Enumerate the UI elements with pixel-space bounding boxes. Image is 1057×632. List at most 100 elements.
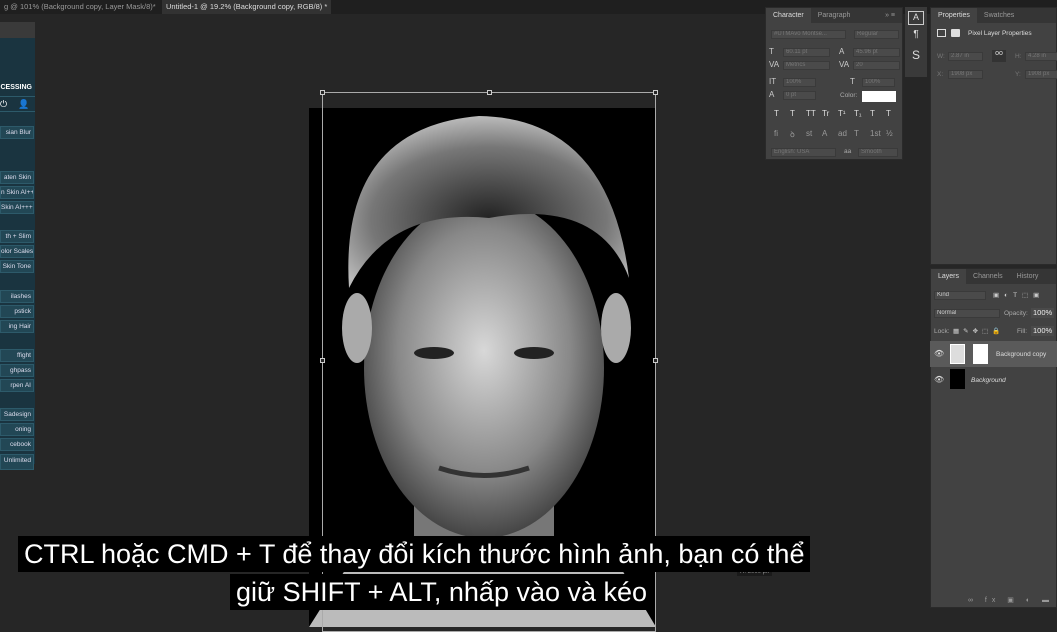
plugin-action-button[interactable]: rpen AI xyxy=(0,379,34,392)
plugin-action-button[interactable]: Sadesign xyxy=(0,408,34,421)
tracking-field[interactable]: 20 xyxy=(853,61,900,70)
type-style-button[interactable]: Tr xyxy=(822,109,833,118)
layer-name[interactable]: Background xyxy=(971,377,1006,384)
fill-field[interactable]: 100% xyxy=(1031,326,1055,336)
power-icon[interactable]: ⏻ xyxy=(0,99,7,110)
plugin-action-button[interactable]: aten Skin xyxy=(0,171,34,184)
plugin-action-button[interactable]: oning xyxy=(0,423,34,436)
font-size-field[interactable]: 60.11 pt xyxy=(783,48,830,57)
type-style-button[interactable]: T xyxy=(790,109,801,118)
tracking-icon: VA xyxy=(839,60,850,69)
plugin-action-button[interactable]: Skin Tone xyxy=(0,260,34,273)
link-icon[interactable]: oo xyxy=(992,50,1006,62)
blend-mode-select[interactable]: Normal xyxy=(934,309,1000,318)
tab-paragraph[interactable]: Paragraph xyxy=(811,8,858,23)
tab-channels[interactable]: Channels xyxy=(966,269,1010,284)
leading-icon: A xyxy=(839,47,845,56)
transform-handle[interactable] xyxy=(653,358,658,363)
plugin-action-button[interactable]: sian Blur xyxy=(0,126,34,139)
kerning-icon: VA xyxy=(769,60,780,69)
tab-layers[interactable]: Layers xyxy=(931,269,967,284)
plugin-action-button[interactable]: cebook xyxy=(0,438,34,451)
type-style-button[interactable]: T xyxy=(870,109,881,118)
horizontal-scale-field[interactable]: 100% xyxy=(862,78,895,87)
lock-label: Lock: xyxy=(934,328,950,335)
leading-field[interactable]: 45.96 pt xyxy=(853,48,900,57)
opacity-field[interactable]: 100% xyxy=(1031,308,1055,318)
layer-mask-thumbnail[interactable] xyxy=(973,344,988,364)
font-family-select[interactable]: #UTMAvo Montse... xyxy=(771,30,846,39)
vertical-scale-field[interactable]: 100% xyxy=(783,78,816,87)
type-style-buttons: T T TT Tr T¹ T₁ T T xyxy=(774,109,897,118)
plugin-title: CESSING xyxy=(0,84,32,91)
height-field[interactable]: 4.28 in xyxy=(1025,52,1057,61)
layer-row-background[interactable]: 👁 Background xyxy=(930,367,1057,393)
plugin-icon[interactable]: S xyxy=(905,48,927,62)
visibility-eye-icon[interactable]: 👁 xyxy=(934,375,944,384)
width-field[interactable]: 2.87 in xyxy=(948,52,983,61)
horizontal-scale-icon: T xyxy=(850,77,855,86)
x-field[interactable]: 1908 px xyxy=(948,70,983,79)
type-style-button[interactable]: T¹ xyxy=(838,109,849,118)
plugin-action-button[interactable]: ing Hair xyxy=(0,320,34,333)
layer-row-background-copy[interactable]: 👁 Background copy xyxy=(930,341,1057,367)
text-color-swatch[interactable] xyxy=(862,91,896,102)
filter-icons[interactable]: ▣◐T⬚▣ xyxy=(993,291,1044,299)
tab-document-1[interactable]: g @ 101% (Background copy, Layer Mask/8)… xyxy=(0,0,160,14)
opentype-button[interactable]: T xyxy=(854,129,865,140)
user-icon[interactable]: 👤 xyxy=(18,99,29,110)
fill-label: Fill: xyxy=(1017,328,1028,335)
plugin-action-button[interactable]: pstick xyxy=(0,305,34,318)
plugin-action-button[interactable]: Unlimited xyxy=(0,454,34,470)
vertical-scale-icon: IT xyxy=(769,77,777,86)
plugin-action-button[interactable]: olor Scales xyxy=(0,245,34,258)
filter-kind-select[interactable]: Kind xyxy=(934,291,986,300)
type-style-button[interactable]: T xyxy=(886,109,897,118)
plugin-action-button[interactable]: ilashes xyxy=(0,290,34,303)
collapsed-panel-strip: A ¶ S xyxy=(905,7,927,77)
baseline-shift-field[interactable]: 0 pt xyxy=(783,91,816,100)
type-style-button[interactable]: T xyxy=(774,109,785,118)
visibility-eye-icon[interactable]: 👁 xyxy=(934,349,944,358)
transform-handle[interactable] xyxy=(487,90,492,95)
opentype-button[interactable]: ½ xyxy=(886,129,897,140)
opentype-button[interactable]: fi xyxy=(774,129,785,140)
layers-panel: Layers Channels History Kind ▣◐T⬚▣ Normal … xyxy=(930,268,1057,608)
plugin-action-button[interactable]: ffight xyxy=(0,349,34,362)
subtitle-line-2: giữ SHIFT + ALT, nhấp vào và kéo xyxy=(230,574,654,610)
opentype-button[interactable]: A xyxy=(822,129,833,140)
type-style-button[interactable]: T₁ xyxy=(854,109,865,118)
plugin-action-button[interactable]: ghpass xyxy=(0,364,34,377)
tab-document-2[interactable]: Untitled-1 @ 19.2% (Background copy, RGB… xyxy=(162,0,332,14)
panel-menu-icon[interactable]: » ≡ xyxy=(878,8,902,23)
opentype-button[interactable]: ꝺ xyxy=(790,129,801,140)
tab-history[interactable]: History xyxy=(1010,269,1046,284)
transform-handle[interactable] xyxy=(653,90,658,95)
type-style-button[interactable]: TT xyxy=(806,109,817,118)
opentype-button[interactable]: st xyxy=(806,129,817,140)
tab-character[interactable]: Character xyxy=(766,8,811,23)
kerning-field[interactable]: Metrics xyxy=(783,61,830,70)
transform-handle[interactable] xyxy=(320,358,325,363)
plugin-action-button[interactable]: th + Slim xyxy=(0,230,34,243)
antialias-select[interactable]: Smooth xyxy=(858,148,898,157)
tab-properties[interactable]: Properties xyxy=(931,8,977,23)
font-style-select[interactable]: Regular xyxy=(854,30,899,39)
paragraph-panel-icon[interactable]: ¶ xyxy=(905,29,927,40)
lock-icons[interactable]: ▦✎✥⬚🔒 xyxy=(953,327,1004,335)
layers-footer-icons[interactable]: ∞ fx ▣ ◐ ▬ xyxy=(968,596,1054,604)
character-panel-icon[interactable]: A xyxy=(908,11,924,25)
y-field[interactable]: 1908 px xyxy=(1025,70,1057,79)
y-label: Y: xyxy=(1015,71,1021,78)
transform-handle[interactable] xyxy=(320,90,325,95)
font-size-icon: T xyxy=(769,47,774,56)
opentype-button[interactable]: ad xyxy=(838,129,849,140)
plugin-action-button[interactable]: n Skin AI++ xyxy=(0,186,34,199)
character-panel: Character Paragraph» ≡ #UTMAvo Montse... … xyxy=(765,7,903,160)
opentype-button[interactable]: 1st xyxy=(870,129,881,140)
tab-swatches[interactable]: Swatches xyxy=(977,8,1021,23)
plugin-action-button[interactable]: Skin AI+++ xyxy=(0,201,34,214)
language-select[interactable]: English: USA xyxy=(771,148,836,157)
baseline-shift-icon: A xyxy=(769,90,775,99)
layer-name[interactable]: Background copy xyxy=(996,351,1046,358)
